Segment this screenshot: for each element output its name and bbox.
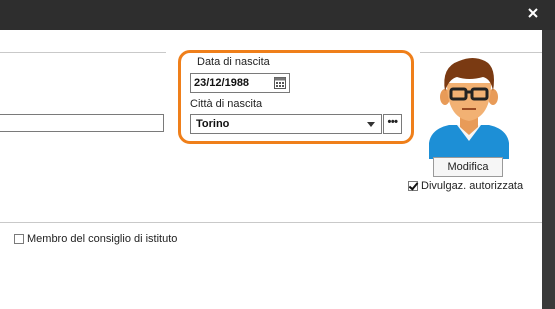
- birth-city-label: Città di nascita: [190, 98, 263, 110]
- partial-text-field[interactable]: [0, 114, 164, 132]
- council-member-checkbox[interactable]: [14, 234, 24, 244]
- window-titlebar: [0, 0, 555, 30]
- more-options-button[interactable]: •••: [383, 114, 402, 134]
- close-icon: [528, 7, 538, 21]
- birth-date-label: Data di nascita: [197, 56, 270, 68]
- window-edge: [542, 30, 555, 309]
- disclosure-authorized-label: Divulgaz. autorizzata: [421, 180, 524, 192]
- form-panel: Data di nascita 23/12/1988 Città di nasc…: [0, 30, 542, 309]
- birth-date-value: 23/12/1988: [194, 77, 250, 89]
- section-divider: [0, 52, 166, 53]
- close-button[interactable]: [525, 6, 541, 22]
- birth-date-field[interactable]: 23/12/1988: [190, 73, 290, 93]
- council-member-checkbox-row[interactable]: Membro del consiglio di istituto: [14, 233, 177, 245]
- section-divider: [0, 222, 542, 223]
- birth-city-value: Torino: [196, 118, 230, 130]
- disclosure-authorized-checkbox[interactable]: [408, 181, 418, 191]
- edit-photo-button[interactable]: Modifica: [433, 157, 503, 177]
- calendar-icon[interactable]: [274, 76, 286, 89]
- birth-city-select[interactable]: Torino: [190, 114, 382, 134]
- person-avatar-icon: [427, 55, 511, 159]
- council-member-label: Membro del consiglio di istituto: [27, 233, 178, 245]
- chevron-down-icon: [367, 122, 375, 127]
- disclosure-authorized-checkbox-row[interactable]: Divulgaz. autorizzata: [408, 180, 523, 192]
- section-divider: [420, 52, 542, 53]
